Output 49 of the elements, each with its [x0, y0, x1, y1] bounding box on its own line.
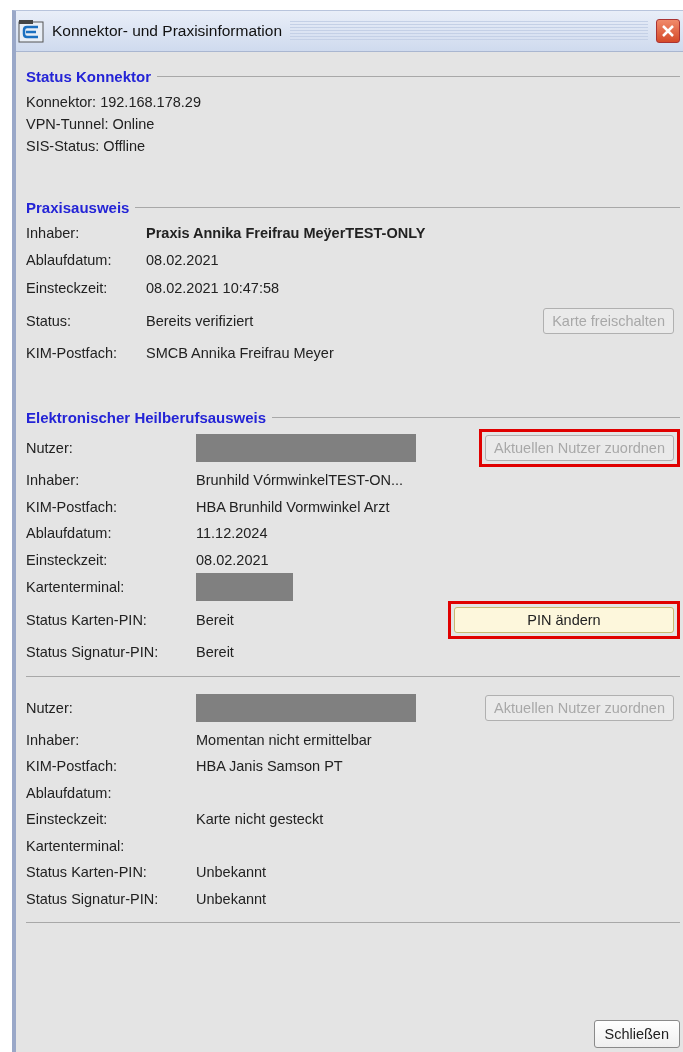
- field-label: Einsteckzeit:: [26, 551, 109, 568]
- status-line: Konnektor: 192.168.178.29: [26, 93, 202, 112]
- field-label: Kartenterminal:: [26, 837, 126, 854]
- field-label: Ablaufdatum:: [26, 252, 113, 269]
- field-label: Inhaber:: [26, 731, 81, 748]
- section-title: Praxisausweis: [26, 198, 130, 216]
- field-label: Nutzer:: [26, 699, 74, 716]
- field-value: Bereits verifiziert: [146, 312, 254, 329]
- field-label: Status Signatur-PIN:: [26, 890, 160, 907]
- field-label: Inhaber:: [26, 472, 81, 489]
- action-button[interactable]: PIN ändern: [454, 607, 674, 633]
- field-value: HBA Janis Samson PT: [196, 758, 343, 775]
- field-label: Kartenterminal:: [26, 579, 126, 595]
- section-title: Elektronischer Heilberufsausweis: [26, 408, 267, 426]
- status-line: SIS-Status: Offline: [26, 137, 146, 156]
- field-value: 08.02.2021: [146, 252, 219, 269]
- status-line: VPN-Tunnel: Online: [26, 115, 156, 134]
- field-label: Ablaufdatum:: [26, 784, 113, 801]
- field-value: Momentan nicht ermittelbar: [196, 731, 372, 748]
- field-label: Nutzer:: [26, 440, 74, 456]
- field-label: Ablaufdatum:: [26, 525, 113, 542]
- field-value: Bereit: [196, 644, 234, 661]
- field-label: Einsteckzeit:: [26, 279, 109, 296]
- app-icon: [18, 19, 44, 43]
- field-value: Praxis Annika Freifrau MeÿerTEST-ONLY: [146, 224, 426, 241]
- window-title: Konnektor- und Praxisinformation: [52, 22, 283, 40]
- field-label: KIM-Postfach:: [26, 758, 119, 775]
- field-value: Unbekannt: [196, 864, 267, 881]
- field-label: Status:: [26, 312, 73, 329]
- field-label: Inhaber:: [26, 224, 81, 241]
- field-value: Unbekannt: [196, 890, 267, 907]
- section-title: Status Konnektor: [26, 67, 151, 85]
- close-icon: [661, 24, 675, 38]
- close-dialog-button[interactable]: Schließen: [593, 1020, 680, 1048]
- field-value: 08.02.2021: [196, 551, 269, 568]
- field-label: KIM-Postfach:: [26, 345, 119, 362]
- field-value: 08.02.2021 10:47:58: [146, 279, 280, 296]
- field-value: Brunhild VórmwinkelTEST-ON...: [196, 472, 404, 489]
- field-label: Status Karten-PIN:: [26, 864, 148, 881]
- field-value: 11.12.2024: [196, 525, 268, 542]
- field-value: SMCB Annika Freifrau Meyer: [146, 345, 334, 362]
- field-value: Karte nicht gesteckt: [196, 811, 324, 828]
- field-value: HBA Brunhild Vormwinkel Arzt: [196, 498, 390, 515]
- field-label: KIM-Postfach:: [26, 498, 119, 515]
- field-label: Einsteckzeit:: [26, 811, 109, 828]
- field-label: Status Karten-PIN:: [26, 612, 148, 628]
- field-label: Status Signatur-PIN:: [26, 644, 160, 661]
- field-value: Bereit: [196, 612, 234, 628]
- close-button[interactable]: [656, 19, 680, 43]
